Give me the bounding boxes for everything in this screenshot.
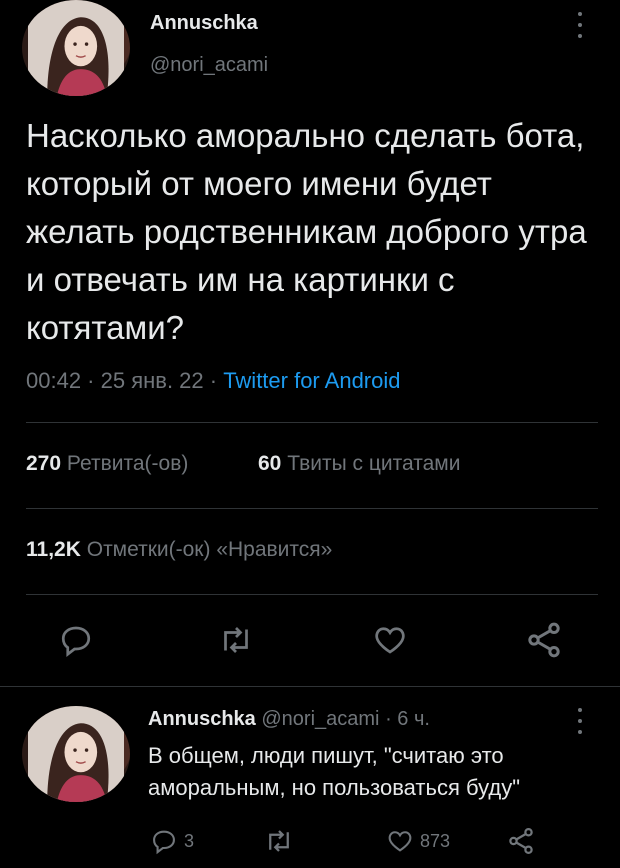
- divider: [26, 508, 598, 509]
- likes-count: 11,2K: [26, 538, 81, 561]
- quote-stats[interactable]: 60 Твиты с цитатами: [258, 452, 460, 476]
- tweet-meta: 00:42 · 25 янв. 22 · Twitter for Android: [26, 368, 401, 394]
- reply-age[interactable]: · 6 ч.: [385, 708, 430, 730]
- avatar-photo: [28, 706, 124, 802]
- like-icon: [386, 827, 414, 855]
- reply-like-action[interactable]: 873: [386, 826, 450, 856]
- like-stats[interactable]: 11,2K Отметки(-ок) «Нравится»: [26, 538, 332, 562]
- reply-reply-action[interactable]: 3: [150, 826, 194, 856]
- quotes-count: 60: [258, 452, 282, 475]
- avatar-photo: [28, 0, 124, 96]
- retweet-icon[interactable]: [264, 826, 294, 856]
- reply-avatar[interactable]: [22, 706, 130, 802]
- author-avatar[interactable]: [22, 0, 130, 96]
- likes-label: Отметки(-ок) «Нравится»: [86, 538, 333, 561]
- retweets-count: 270: [26, 452, 62, 475]
- reply-text: В общем, люди пишут, "считаю это амораль…: [148, 743, 521, 800]
- reply-icon[interactable]: [56, 622, 96, 658]
- share-icon[interactable]: [524, 620, 564, 660]
- more-icon[interactable]: [575, 708, 585, 734]
- quotes-label: Твиты с цитатами: [287, 452, 461, 475]
- reply-author-handle[interactable]: @nori_acami: [261, 708, 379, 730]
- tweet-source[interactable]: Twitter for Android: [223, 368, 400, 393]
- divider: [26, 422, 598, 423]
- reply-header: Annuschka @nori_acami · 6 ч.: [148, 708, 430, 731]
- author-handle[interactable]: @nori_acami: [150, 54, 268, 77]
- reply-count: 3: [184, 830, 195, 851]
- tweet-time: 00:42 · 25 янв. 22 ·: [26, 368, 224, 393]
- divider: [0, 686, 620, 687]
- like-icon[interactable]: [370, 622, 410, 658]
- reply-author-name[interactable]: Annuschka: [148, 708, 256, 730]
- tweet-text: Насколько аморально сделать бота, которы…: [26, 117, 587, 346]
- author-name[interactable]: Annuschka: [150, 12, 258, 35]
- like-count: 873: [420, 830, 451, 851]
- divider: [26, 594, 598, 595]
- more-icon[interactable]: [575, 12, 585, 38]
- retweet-stats[interactable]: 270 Ретвита(-ов): [26, 452, 188, 476]
- share-icon[interactable]: [506, 826, 536, 856]
- retweets-label: Ретвита(-ов): [66, 452, 189, 475]
- reply-icon: [150, 827, 178, 855]
- retweet-icon[interactable]: [216, 622, 256, 658]
